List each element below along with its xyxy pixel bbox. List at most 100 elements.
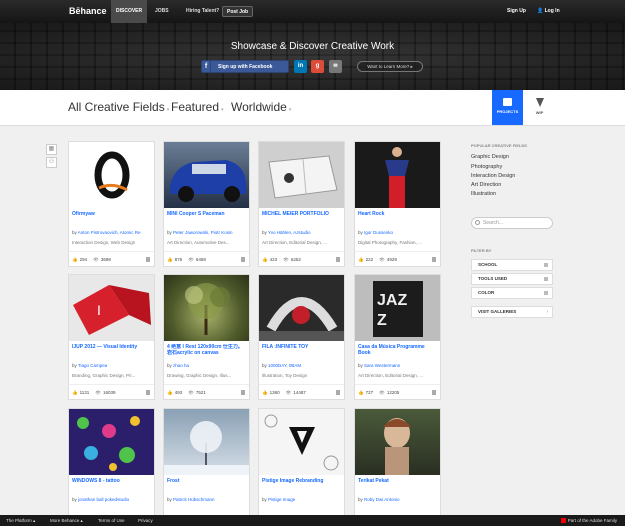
grid-view-toggle[interactable]: ▦ [46,144,57,155]
project-title[interactable]: IJUP 2012 — Visual Identity [72,344,152,356]
project-card[interactable]: Pistige Image Rebranding by Pistige Imag… [258,408,345,526]
filter-tools-button[interactable]: TOOLS USED [471,273,553,285]
project-card[interactable]: FILA :INFINITE TOY by 1000DAY, 0BAM Illu… [258,274,345,400]
project-thumbnail[interactable] [69,409,154,475]
project-card[interactable]: MINI Cooper S Paceman by Peter Jaworowsk… [163,141,250,267]
facebook-signup-button[interactable]: f Sign up with Facebook [201,60,289,73]
report-icon[interactable] [241,257,245,262]
project-title[interactable]: 4 绝意 I Rest 120x90cm 仕生力。岩石acrylic on ca… [167,344,247,356]
learn-more-button[interactable]: Want to Learn More? ▸ [357,61,423,72]
project-title[interactable]: Ofirmyaw [72,211,152,223]
log-in-link[interactable]: 👤 Log In [537,8,560,14]
adobe-family-link[interactable]: Part of the Adobe Family [560,515,617,526]
project-card[interactable]: 4 绝意 I Rest 120x90cm 仕生力。岩石acrylic on ca… [163,274,250,400]
project-title[interactable]: MINI Cooper S Paceman [167,211,247,223]
search-input[interactable]: Search... [471,217,553,229]
project-title[interactable]: FILA :INFINITE TOY [262,344,342,356]
sort-dropdown[interactable]: Featured ▾ [171,100,224,114]
footer-more-behance[interactable]: More Behance ▴ [50,515,83,526]
people-view-toggle[interactable]: ⚇ [46,157,57,168]
project-card[interactable]: Frost by Patrick Hübschmann [163,408,250,526]
facebook-icon: f [202,61,211,72]
project-card[interactable]: Ofirmyaw by Anton Pistrovaovich, Atomic … [68,141,155,267]
project-card[interactable]: Terikat Pekat by Roby Dwi Antonio [354,408,441,526]
linkedin-button[interactable]: in [294,60,307,73]
popular-field-link[interactable]: Illustration [471,191,496,197]
report-icon[interactable] [241,390,245,395]
project-title[interactable]: Pistige Image Rebranding [262,478,342,490]
sign-up-link[interactable]: Sign Up [507,8,526,14]
google-button[interactable]: g [311,60,324,73]
project-thumbnail[interactable] [164,409,249,475]
project-card[interactable]: JAZ Z Casa da Música Programme Book by Sa… [354,274,441,400]
owner-link[interactable]: Anton Pistrovaovich, Atomic Re [78,230,141,235]
project-title[interactable]: WINDOWS 8 - tattoo [72,478,152,490]
owner-link[interactable]: Igor Dussenko [364,230,393,235]
tab-wip[interactable]: WIP [524,90,555,125]
by-label: by [167,363,172,368]
owner-link[interactable]: zhao ha [173,363,189,368]
project-title[interactable]: Frost [167,478,247,490]
report-icon[interactable] [336,257,340,262]
report-icon[interactable] [146,257,150,262]
filter-school-button[interactable]: SCHOOL [471,259,553,271]
eye-icon: 👁 [188,257,194,262]
owner-link[interactable]: Peter Jaworowski, Piotr Kosin [173,230,233,235]
footer-privacy-link[interactable]: Privacy [138,515,153,526]
project-owners: by Pistige Image [262,497,342,502]
view-count: 4929 [386,257,397,262]
project-thumbnail[interactable] [355,142,440,208]
project-thumbnail[interactable] [69,142,154,208]
nav-jobs[interactable]: JOBS [150,0,174,23]
project-title[interactable]: Heart Rock [358,211,438,223]
project-card[interactable]: I IJUP 2012 — Visual Identity by Tiago C… [68,274,155,400]
owner-link[interactable]: Yvo Hählen, AJstudio [268,230,311,235]
owner-link[interactable]: Sara Westermann [364,363,400,368]
footer-terms-link[interactable]: Terms of Use [98,515,125,526]
project-thumbnail[interactable]: I [69,275,154,341]
footer-platform[interactable]: The Platform ▴ [6,515,35,526]
tab-projects[interactable]: PROJECTS [492,90,523,125]
project-thumbnail[interactable] [259,275,344,341]
popular-field-link[interactable]: Graphic Design [471,154,509,160]
report-icon[interactable] [432,390,436,395]
project-title[interactable]: MICHEL MEIER PORTFOLIO [262,211,342,223]
email-button[interactable]: ✉ [329,60,342,73]
view-count: 16039 [103,390,116,395]
report-icon[interactable] [432,257,436,262]
by-label: by [167,230,172,235]
footer-bar: The Platform ▴ More Behance ▴ Terms of U… [0,515,625,526]
creative-fields-dropdown[interactable]: All Creative Fields ▾ [68,100,169,114]
report-icon[interactable] [336,390,340,395]
project-thumbnail[interactable] [355,409,440,475]
nav-discover[interactable]: DISCOVER [111,0,148,23]
project-card[interactable]: MICHEL MEIER PORTFOLIO by Yvo Hählen, AJ… [258,141,345,267]
location-dropdown[interactable]: Worldwide ▾ [231,100,291,114]
project-card[interactable]: Heart Rock by Igor Dussenko Digital Phot… [354,141,441,267]
project-card[interactable]: WINDOWS 8 - tattoo by jonathan ball poke… [68,408,155,526]
project-thumbnail[interactable] [259,409,344,475]
visit-galleries-button[interactable]: VISIT GALLERIES › [471,306,553,318]
owner-link[interactable]: jonathan ball pokedstudio [78,497,129,502]
project-thumbnail[interactable] [164,275,249,341]
popular-field-link[interactable]: Interaction Design [471,173,515,179]
appreciation-count: 423 [269,257,278,262]
filter-color-button[interactable]: COLOR [471,287,553,299]
sort-label: Featured [171,100,220,114]
project-title[interactable]: Casa da Música Programme Book [358,344,438,356]
owner-link[interactable]: 1000DAY, 0BAM [268,363,301,368]
owner-link[interactable]: Patrick Hübschmann [173,497,215,502]
popular-field-link[interactable]: Photography [471,164,502,170]
owner-link[interactable]: Roby Dwi Antonio [364,497,400,502]
behance-logo[interactable]: Bēhance [69,6,107,16]
owner-link[interactable]: Pistige Image [268,497,295,502]
owner-link[interactable]: Tiago Campea [78,363,107,368]
project-title[interactable]: Terikat Pekat [358,478,438,490]
report-icon[interactable] [146,390,150,395]
project-thumbnail[interactable] [164,142,249,208]
log-in-label: Log In [544,8,560,14]
post-job-button[interactable]: Post Job [222,6,254,17]
popular-field-link[interactable]: Art Direction [471,182,501,188]
project-thumbnail[interactable]: JAZ Z [355,275,440,341]
project-thumbnail[interactable] [259,142,344,208]
